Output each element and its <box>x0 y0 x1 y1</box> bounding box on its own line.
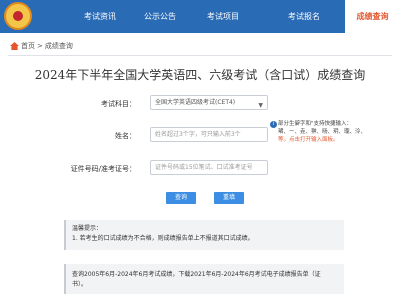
hint-line-2: 珺、ㄧ、垚、翀、旸、玥、瓏、泠、 <box>278 129 367 135</box>
history-query-box: 查询2005年6月-2024年6月考试成绩，下载2021年6月-2024年6月考… <box>64 264 344 294</box>
info-icon: i <box>270 121 277 128</box>
open-input-panel-link[interactable]: 等。点击打开输入面板。 <box>278 136 382 144</box>
site-logo[interactable] <box>4 2 32 30</box>
hint-line-1: 部分生僻字和"支持快捷输入： <box>278 121 353 127</box>
nav-score-query[interactable]: 成绩查询 <box>345 0 400 33</box>
subject-select-value: 全国大学英语四级考试(CET4) <box>155 99 236 106</box>
notice-box: 温馨提示： 1. 若考生的口试成绩为不合格，则成绩报告单上不报道其口试成绩。 <box>64 220 344 250</box>
page-title: 2024年下半年全国大学英语四、六级考试（含口试）成绩查询 <box>34 68 366 82</box>
id-number-field[interactable]: 证件号码或15位笔试、口试准考证号 <box>150 160 268 175</box>
notice-line-1: 1. 若考生的口试成绩为不合格，则成绩报告单上不报道其口试成绩。 <box>72 235 254 242</box>
nav-registration[interactable]: 考试报名 <box>274 0 334 33</box>
breadcrumb-home-link[interactable]: 首页 <box>21 41 35 51</box>
top-navbar: 考试资讯 公示公告 考试项目 考试报名 成绩查询 <box>0 0 400 33</box>
input-hint: i 部分生僻字和"支持快捷输入： 珺、ㄧ、垚、翀、旸、玥、瓏、泠、 等。点击打开… <box>270 120 382 156</box>
id-label: 证件号码/准考证号： <box>70 165 136 173</box>
breadcrumb-divider <box>8 55 392 56</box>
subject-select[interactable]: 全国大学英语四级考试(CET4) ▼ <box>150 95 268 110</box>
home-icon <box>10 42 19 50</box>
breadcrumb-separator: > <box>37 42 43 50</box>
history-query-line-2: 书）。 <box>72 281 88 288</box>
nav-exam-projects[interactable]: 考试项目 <box>193 0 253 33</box>
subject-label: 考试科目： <box>101 100 136 108</box>
notice-title: 温馨提示： <box>72 225 103 232</box>
name-field[interactable]: 姓名超过3个字，可只输入前3个 <box>150 127 268 142</box>
breadcrumb: 首页 > 成绩查询 <box>10 39 73 53</box>
history-query-line-1[interactable]: 查询2005年6月-2024年6月考试成绩，下载2021年6月-2024年6月考… <box>72 270 338 280</box>
reset-button[interactable]: 重填 <box>214 192 244 204</box>
nav-announcements[interactable]: 公示公告 <box>130 0 190 33</box>
nav-exam-news[interactable]: 考试资讯 <box>70 0 130 33</box>
name-label: 姓名： <box>115 132 136 140</box>
chevron-down-icon: ▼ <box>258 102 263 109</box>
query-button[interactable]: 查询 <box>166 192 196 204</box>
breadcrumb-current: 成绩查询 <box>44 42 73 50</box>
